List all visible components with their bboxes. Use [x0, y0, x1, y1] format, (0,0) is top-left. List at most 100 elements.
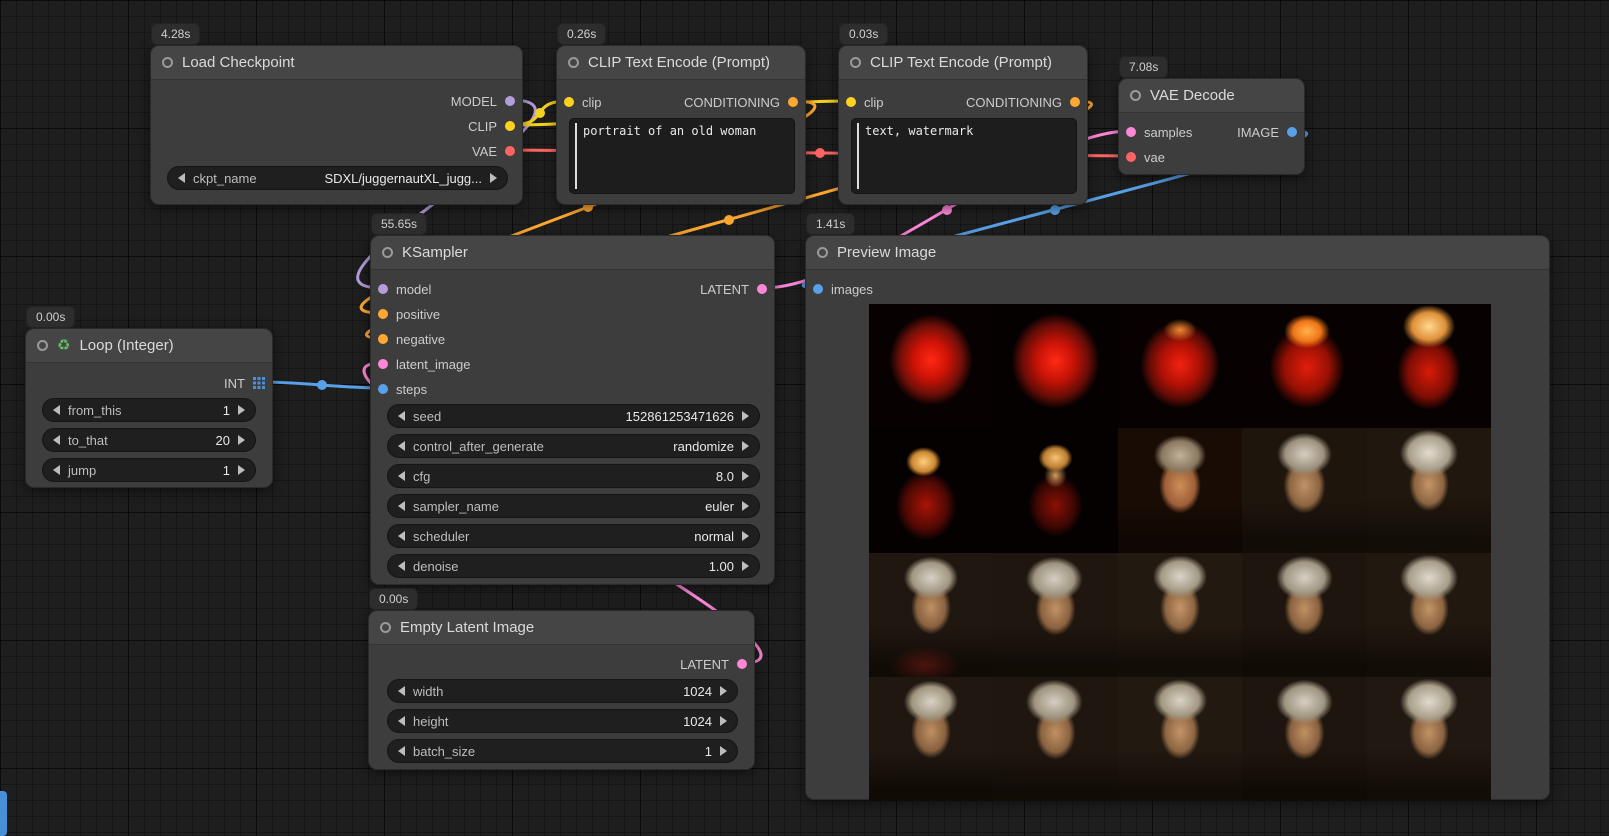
increment-arrow[interactable]	[238, 465, 245, 475]
port-dot-steps[interactable]	[378, 384, 388, 394]
node-empty-latent-image[interactable]: 0.00s Empty Latent Image LATENT width 10…	[368, 610, 755, 770]
widget-scheduler[interactable]: scheduler normal	[387, 524, 760, 548]
port-dot-clip[interactable]	[846, 97, 856, 107]
port-dot-conditioning[interactable]	[1070, 97, 1080, 107]
decrement-arrow[interactable]	[398, 561, 405, 571]
preview-image-cell[interactable]	[1242, 304, 1366, 428]
node-clip-text-encode-positive[interactable]: 0.26s CLIP Text Encode (Prompt) clip CON…	[556, 45, 806, 205]
port-dot-samples[interactable]	[1126, 127, 1136, 137]
increment-arrow[interactable]	[720, 716, 727, 726]
preview-image-cell[interactable]	[993, 677, 1117, 801]
preview-image-cell[interactable]	[869, 677, 993, 801]
preview-image-cell[interactable]	[993, 553, 1117, 677]
port-dot-image[interactable]	[1287, 127, 1297, 137]
preview-image-cell[interactable]	[869, 553, 993, 677]
widget-sampler-name[interactable]: sampler_name euler	[387, 494, 760, 518]
decrement-arrow[interactable]	[398, 441, 405, 451]
prompt-textarea[interactable]: text, watermark	[851, 118, 1077, 194]
collapse-dot[interactable]	[568, 57, 579, 68]
preview-image-cell[interactable]	[1242, 677, 1366, 801]
node-preview-image[interactable]: 1.41s Preview Image images	[805, 235, 1550, 800]
preview-image-cell[interactable]	[1242, 553, 1366, 677]
decrement-arrow[interactable]	[398, 531, 405, 541]
node-title-bar[interactable]: Preview Image	[806, 236, 1549, 270]
preview-image-cell[interactable]	[993, 428, 1117, 552]
widget-from-this[interactable]: from_this 1	[42, 398, 256, 422]
prompt-textarea[interactable]: portrait of an old woman	[569, 118, 795, 194]
port-dot-latent[interactable]	[757, 284, 767, 294]
decrement-arrow[interactable]	[398, 411, 405, 421]
node-title-bar[interactable]: Empty Latent Image	[369, 611, 754, 645]
port-dot-clip[interactable]	[564, 97, 574, 107]
preview-image-cell[interactable]	[1118, 428, 1242, 552]
widget-width[interactable]: width 1024	[387, 679, 738, 703]
collapse-dot[interactable]	[382, 247, 393, 258]
port-dot-vae[interactable]	[1126, 152, 1136, 162]
node-title-bar[interactable]: ♻ Loop (Integer)	[26, 329, 272, 363]
node-graph-canvas[interactable]: 4.28s Load Checkpoint MODEL CLIP VAE ckp…	[0, 0, 1609, 836]
increment-arrow[interactable]	[742, 561, 749, 571]
decrement-arrow[interactable]	[398, 501, 405, 511]
port-dot-latent-image[interactable]	[378, 359, 388, 369]
preview-image-cell[interactable]	[1118, 677, 1242, 801]
node-loop-integer[interactable]: 0.00s ♻ Loop (Integer) INT from_this 1 t…	[25, 328, 273, 488]
collapse-dot[interactable]	[162, 57, 173, 68]
increment-arrow[interactable]	[742, 411, 749, 421]
preview-image-cell[interactable]	[1367, 428, 1491, 552]
node-title-bar[interactable]: CLIP Text Encode (Prompt)	[839, 46, 1087, 80]
preview-image-cell[interactable]	[993, 304, 1117, 428]
decrement-arrow[interactable]	[398, 471, 405, 481]
increment-arrow[interactable]	[720, 686, 727, 696]
increment-arrow[interactable]	[238, 435, 245, 445]
decrement-arrow[interactable]	[53, 435, 60, 445]
widget-height[interactable]: height 1024	[387, 709, 738, 733]
collapse-dot[interactable]	[817, 247, 828, 258]
node-clip-text-encode-negative[interactable]: 0.03s CLIP Text Encode (Prompt) clip CON…	[838, 45, 1088, 205]
offscreen-node-edge[interactable]	[0, 791, 7, 836]
port-dot-clip[interactable]	[505, 121, 515, 131]
node-vae-decode[interactable]: 7.08s VAE Decode samples vae IMAGE	[1118, 78, 1305, 175]
widget-jump[interactable]: jump 1	[42, 458, 256, 482]
decrement-arrow[interactable]	[398, 746, 405, 756]
int-grid-icon[interactable]	[253, 377, 265, 389]
port-dot-negative[interactable]	[378, 334, 388, 344]
increment-arrow[interactable]	[742, 441, 749, 451]
widget-cfg[interactable]: cfg 8.0	[387, 464, 760, 488]
node-title-bar[interactable]: VAE Decode	[1119, 79, 1304, 113]
port-dot-conditioning[interactable]	[788, 97, 798, 107]
collapse-dot[interactable]	[37, 340, 48, 351]
collapse-dot[interactable]	[1130, 90, 1141, 101]
node-load-checkpoint[interactable]: 4.28s Load Checkpoint MODEL CLIP VAE ckp…	[150, 45, 523, 205]
preview-image-cell[interactable]	[1118, 553, 1242, 677]
port-dot-positive[interactable]	[378, 309, 388, 319]
port-dot-model[interactable]	[505, 96, 515, 106]
increment-arrow[interactable]	[742, 471, 749, 481]
preview-image-cell[interactable]	[1242, 428, 1366, 552]
node-title-bar[interactable]: Load Checkpoint	[151, 46, 522, 80]
decrement-arrow[interactable]	[53, 405, 60, 415]
port-dot-images[interactable]	[813, 284, 823, 294]
preview-image-cell[interactable]	[869, 428, 993, 552]
increment-arrow[interactable]	[742, 531, 749, 541]
collapse-dot[interactable]	[850, 57, 861, 68]
preview-image-cell[interactable]	[1367, 304, 1491, 428]
port-dot-latent[interactable]	[737, 659, 747, 669]
increment-arrow[interactable]	[742, 501, 749, 511]
preview-image-cell[interactable]	[1367, 553, 1491, 677]
node-title-bar[interactable]: CLIP Text Encode (Prompt)	[557, 46, 805, 80]
decrement-arrow[interactable]	[53, 465, 60, 475]
increment-arrow[interactable]	[238, 405, 245, 415]
increment-arrow[interactable]	[490, 173, 497, 183]
decrement-arrow[interactable]	[398, 686, 405, 696]
decrement-arrow[interactable]	[398, 716, 405, 726]
port-dot-vae[interactable]	[505, 146, 515, 156]
port-dot-model[interactable]	[378, 284, 388, 294]
increment-arrow[interactable]	[720, 746, 727, 756]
widget-to-that[interactable]: to_that 20	[42, 428, 256, 452]
widget-control-after-generate[interactable]: control_after_generate randomize	[387, 434, 760, 458]
widget-denoise[interactable]: denoise 1.00	[387, 554, 760, 578]
decrement-arrow[interactable]	[178, 173, 185, 183]
preview-image-cell[interactable]	[1118, 304, 1242, 428]
collapse-dot[interactable]	[380, 622, 391, 633]
node-title-bar[interactable]: KSampler	[371, 236, 774, 270]
